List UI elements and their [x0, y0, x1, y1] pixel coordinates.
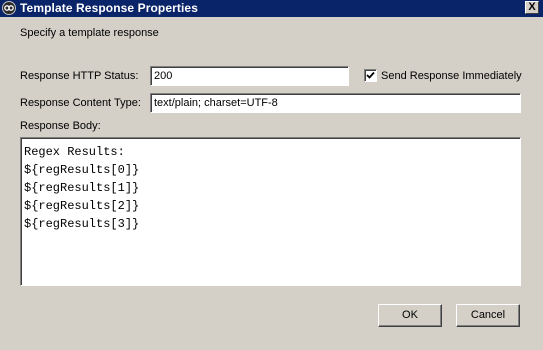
send-immediately-checkbox[interactable]	[364, 69, 377, 82]
window-title: Template Response Properties	[20, 1, 198, 15]
body-line: Regex Results:	[24, 145, 125, 159]
cancel-button[interactable]: Cancel	[456, 304, 520, 327]
body-label: Response Body:	[20, 120, 101, 132]
content-type-input[interactable]: text/plain; charset=UTF-8	[150, 93, 521, 113]
response-body-textarea[interactable]: Regex Results: ${regResults[0]} ${regRes…	[20, 137, 521, 286]
body-line: ${regResults[2]}	[24, 199, 140, 213]
instruction-text: Specify a template response	[20, 27, 159, 39]
send-immediately-label[interactable]: Send Response Immediately	[381, 70, 522, 82]
content-type-label: Response Content Type:	[20, 97, 141, 109]
status-label: Response HTTP Status:	[20, 70, 139, 82]
body-line: ${regResults[1]}	[24, 181, 140, 195]
app-logo-icon	[2, 1, 16, 15]
status-input[interactable]: 200	[150, 66, 349, 86]
close-icon: X	[528, 1, 536, 13]
ok-button[interactable]: OK	[378, 304, 442, 327]
checkmark-icon	[366, 71, 375, 79]
body-line: ${regResults[3]}	[24, 217, 140, 231]
close-button[interactable]: X	[525, 1, 539, 14]
title-bar[interactable]: Template Response Properties X	[0, 0, 543, 17]
body-line: ${regResults[0]}	[24, 163, 140, 177]
dialog-window: Template Response Properties X Specify a…	[0, 0, 543, 350]
